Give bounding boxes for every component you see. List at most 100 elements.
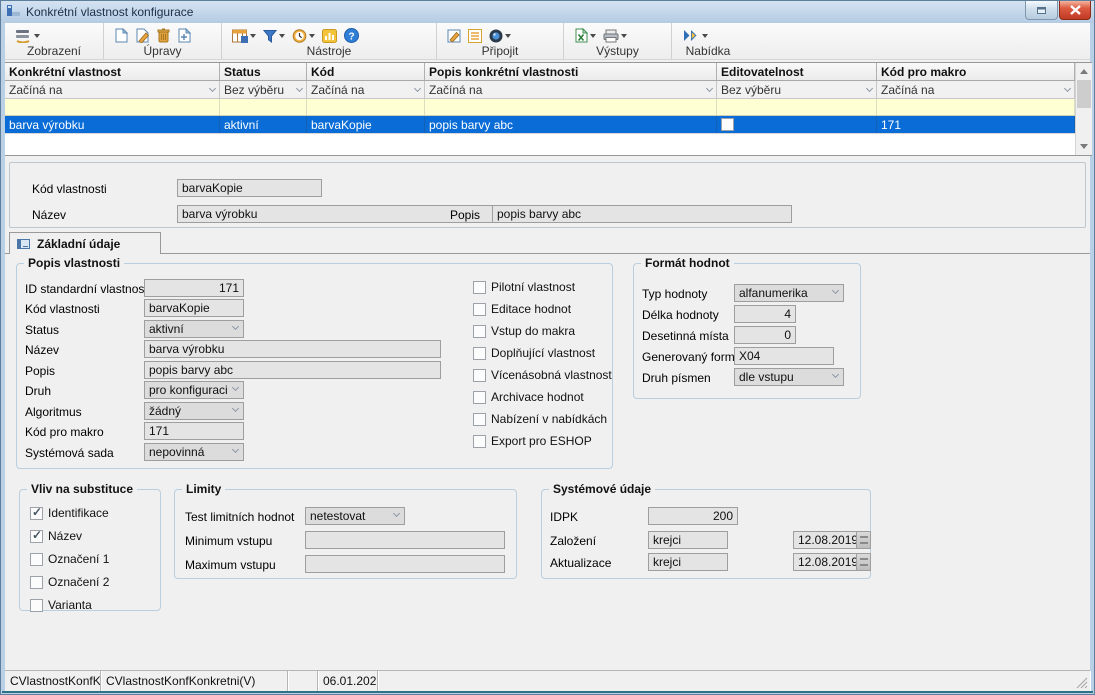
media-button[interactable]: [489, 29, 511, 43]
generovany-format-field[interactable]: X04: [734, 347, 834, 365]
resize-grip-icon[interactable]: [1076, 677, 1088, 689]
aktualizace-user-field[interactable]: krejci: [648, 553, 728, 571]
group-format-hodnot: Formát hodnot Typ hodnoty alfanumerika D…: [633, 263, 861, 399]
copy-record-button[interactable]: [177, 28, 191, 43]
delka-hodnoty-field[interactable]: 4: [734, 305, 796, 323]
filter-combo[interactable]: Bez výběru: [220, 81, 307, 98]
checkbox-editace-hodnot[interactable]: Editace hodnot: [473, 302, 571, 316]
filter-combo[interactable]: Bez výběru: [717, 81, 877, 98]
filter-combo[interactable]: Začíná na: [877, 81, 1075, 98]
cell-status[interactable]: aktivní: [220, 116, 307, 133]
algoritmus-dropdown[interactable]: žádný: [144, 402, 244, 420]
view-button[interactable]: [15, 28, 40, 43]
delete-record-button[interactable]: [157, 28, 170, 43]
field-label: Kód pro makro: [25, 423, 104, 441]
tab-zakladni-udaje[interactable]: Základní údaje: [9, 232, 161, 254]
restore-button[interactable]: [1025, 1, 1058, 20]
typ-hodnoty-dropdown[interactable]: alfanumerika: [734, 284, 844, 302]
column-header[interactable]: Status: [220, 63, 307, 80]
column-header[interactable]: Kód: [307, 63, 425, 80]
filter-input-cell[interactable]: [307, 99, 425, 115]
toolbar-group-vystupy: Výstupy: [564, 23, 672, 59]
edit-record-button[interactable]: [135, 28, 150, 43]
note-button[interactable]: [447, 29, 461, 43]
checkbox-identifikace[interactable]: ✓Identifikace: [30, 506, 109, 520]
kod-vlastnosti-field[interactable]: barvaKopie: [144, 299, 244, 317]
systemova-sada-dropdown[interactable]: nepovinná: [144, 443, 244, 461]
popis-field[interactable]: popis barvy abc: [144, 361, 441, 379]
filter-combo[interactable]: Začíná na: [5, 81, 220, 98]
help-button[interactable]: ?: [344, 28, 359, 43]
filter-input-cell[interactable]: [425, 99, 717, 115]
cell-kod-pro-makro[interactable]: 171: [877, 116, 1075, 133]
desetinna-mista-field[interactable]: 0: [734, 326, 796, 344]
view-icon: [15, 28, 32, 43]
new-record-button[interactable]: [114, 28, 128, 43]
editovatelnost-checkbox[interactable]: [721, 118, 734, 131]
group-title: Popis vlastnosti: [24, 256, 124, 270]
grid-vertical-scrollbar[interactable]: [1075, 63, 1092, 155]
list-button[interactable]: [468, 29, 482, 43]
checkbox-doplnujici-vlastnost[interactable]: Doplňující vlastnost: [473, 346, 595, 360]
filter-combo[interactable]: Začíná na: [425, 81, 717, 98]
calendar-icon[interactable]: [856, 554, 870, 570]
checkbox-label: Doplňující vlastnost: [491, 346, 595, 360]
checkbox-archivace-hodnot[interactable]: Archivace hodnot: [473, 390, 584, 404]
filter-input-cell[interactable]: [877, 99, 1075, 115]
excel-export-button[interactable]: [574, 28, 596, 43]
filter-input-cell[interactable]: [5, 99, 220, 115]
kod-vlastnosti-field[interactable]: barvaKopie: [177, 179, 322, 197]
checkbox-vstup-do-makra[interactable]: Vstup do makra: [473, 324, 575, 338]
column-header[interactable]: Editovatelnost: [717, 63, 877, 80]
calendar-icon[interactable]: [856, 532, 870, 548]
field-label: Název: [25, 341, 59, 359]
chart-button[interactable]: [322, 29, 337, 43]
filter-combo[interactable]: Začíná na: [307, 81, 425, 98]
cell-popis[interactable]: popis barvy abc: [425, 116, 717, 133]
print-button[interactable]: [603, 29, 627, 43]
field-label: Kód vlastnosti: [25, 300, 100, 318]
column-header[interactable]: Konkrétní vlastnost: [5, 63, 220, 80]
filter-input-cell[interactable]: [220, 99, 307, 115]
scrollbar-thumb[interactable]: [1077, 80, 1091, 108]
druh-dropdown[interactable]: pro konfiguraci: [144, 381, 244, 399]
chevron-down-icon: [414, 84, 421, 91]
checkbox-nabizeni-v-nabidkach[interactable]: Nabízení v nabídkách: [473, 412, 607, 426]
status-dropdown[interactable]: aktivní: [144, 320, 244, 338]
checkbox-oznaceni-2[interactable]: Označení 2: [30, 575, 109, 589]
checkbox-vicenasobna-vlastnost[interactable]: Vícenásobná vlastnost: [473, 368, 612, 382]
field-label: Algoritmus: [25, 403, 82, 421]
aktualizace-date-field[interactable]: 12.08.2019: [793, 553, 871, 571]
popis-field[interactable]: popis barvy abc: [492, 205, 792, 223]
checkbox-export-pro-eshop[interactable]: Export pro ESHOP: [473, 434, 592, 448]
cell-kod[interactable]: barvaKopie: [307, 116, 425, 133]
new-record-icon: [114, 28, 128, 43]
column-header[interactable]: Kód pro makro: [877, 63, 1075, 80]
druh-pismen-dropdown[interactable]: dle vstupu: [734, 368, 844, 386]
minimum-vstupu-field[interactable]: [305, 531, 505, 549]
nazev-field[interactable]: barva výrobku: [144, 340, 441, 358]
cell-konkretni-vlastnost[interactable]: barva výrobku: [5, 116, 220, 133]
filter-input-cell[interactable]: [717, 99, 877, 115]
checkbox-varianta[interactable]: Varianta: [30, 598, 92, 612]
tab-label: Základní údaje: [37, 237, 120, 251]
checkbox-nazev[interactable]: ✓Název: [30, 529, 82, 543]
filter-button[interactable]: [263, 29, 285, 43]
table-row-selected[interactable]: barva výrobku aktivní barvaKopie popis b…: [5, 116, 1075, 134]
zalozeni-user-field[interactable]: krejci: [648, 531, 728, 549]
scroll-up-icon[interactable]: [1076, 64, 1092, 79]
test-limitnich-hodnot-dropdown[interactable]: netestovat: [305, 507, 405, 525]
maximum-vstupu-field[interactable]: [305, 555, 505, 573]
checkbox-pilotni-vlastnost[interactable]: Pilotní vlastnost: [473, 280, 575, 294]
close-button[interactable]: [1059, 1, 1091, 20]
scroll-down-icon[interactable]: [1076, 139, 1092, 154]
column-header[interactable]: Popis konkrétní vlastnosti: [425, 63, 717, 80]
kod-pro-makro-field[interactable]: 171: [144, 422, 244, 440]
menu-button[interactable]: [682, 29, 708, 42]
zalozeni-date-field[interactable]: 12.08.2019: [793, 531, 871, 549]
idpk-field[interactable]: 200: [648, 507, 738, 525]
history-button[interactable]: [292, 29, 315, 43]
id-standardni-vlastnosti-field[interactable]: 171: [144, 279, 244, 297]
table-tools-button[interactable]: [232, 29, 256, 43]
checkbox-oznaceni-1[interactable]: Označení 1: [30, 552, 109, 566]
